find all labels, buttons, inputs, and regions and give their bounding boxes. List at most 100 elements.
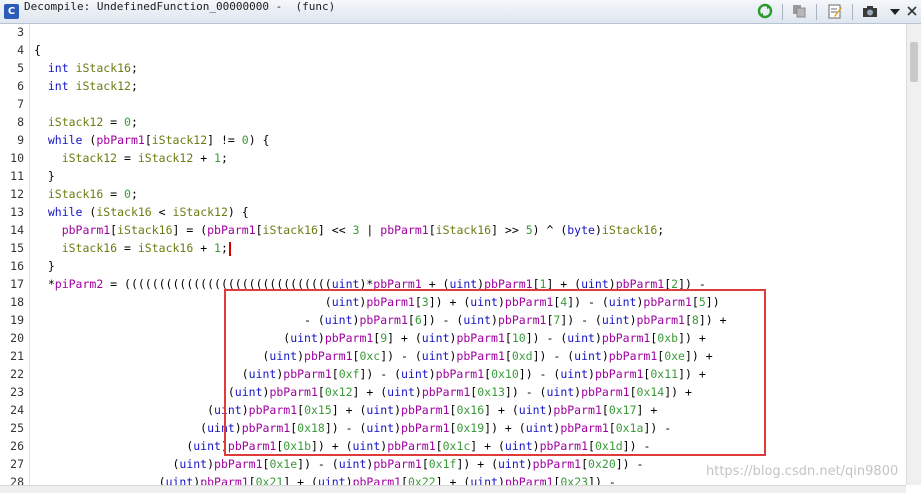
code-token: 0x22 [407,475,436,485]
code-token: iStack16 [96,205,152,219]
code-text: { [34,43,41,57]
code-token: } [34,169,55,183]
horizontal-scrollbar[interactable] [0,485,906,493]
code-token: + [193,241,215,255]
code-token: while [47,133,83,147]
code-token: 0 [241,133,249,147]
code-token: iStack12 [61,151,118,165]
close-icon[interactable] [903,3,921,21]
line-number: 14 [10,223,24,237]
line-number: 10 [10,151,24,165]
code-token: ] + ( [435,475,471,485]
decompiler-app-icon: C [4,4,19,19]
code-token: } [34,259,55,273]
line-number: 18 [10,295,24,309]
code-token: + [193,151,215,165]
code-token: iStack12 [75,79,131,93]
line-number: 12 [10,187,24,201]
code-token: uint [317,475,346,485]
code-token: uint [193,439,221,453]
line-number: 5 [17,61,24,75]
code-text: (uint)pbParm1[0x1e]) - (uint)pbParm1[0x1… [34,457,643,471]
code-token: ) { [248,133,270,147]
code-token: ( [34,475,166,485]
snapshot-icon[interactable] [861,3,879,21]
code-token: < [151,205,173,219]
highlight-annotation-box [224,289,766,456]
refresh-icon[interactable] [756,3,774,21]
code-token: 0x23 [560,475,589,485]
code-token: ] >> [491,223,526,237]
toolbar-separator [782,4,783,20]
line-number: 26 [10,439,24,453]
code-token: = [117,151,138,165]
code-text: (uint)pbParm1[0x21] + (uint)pbParm1[0x22… [34,475,616,485]
code-token: ( [34,403,215,417]
line-number: 6 [17,79,24,93]
code-token: iStack16 [601,223,658,237]
line-number: 13 [10,205,24,219]
code-token: pbParm1 [380,223,429,237]
code-token: 0x21 [255,475,284,485]
code-token: ( [34,421,208,435]
code-token: ; [220,241,228,255]
edit-icon[interactable] [826,3,844,21]
code-token: ( [82,205,97,219]
line-number: 9 [17,133,24,147]
code-token: iStack12 [137,151,194,165]
code-text: iStack12 = iStack12 + 1; [34,151,228,165]
code-token: iStack16 [75,61,131,75]
line-number: 17 [10,277,24,291]
code-text: int iStack16; [34,61,138,75]
code-token: ( [34,457,180,471]
line-number: 15 [10,241,24,255]
code-token: ; [130,115,138,129]
code-token: ]) - [588,475,616,485]
code-text: int iStack12; [34,79,138,93]
code-token: ( [82,133,97,147]
line-number: 8 [17,115,24,129]
code-text: } [34,169,55,183]
code-token: | [359,223,381,237]
code-token: pbParm1 [504,475,554,485]
window-title: Decompile: UndefinedFunction_00000000 - … [24,0,336,13]
code-token: pbParm1 [532,457,582,471]
scrollbar-thumb[interactable] [910,42,918,82]
line-number: 28 [10,475,24,485]
code-token: iStack16 [47,187,104,201]
code-text: while (pbParm1[iStack12] != 0) { [34,133,270,147]
line-number: 16 [10,259,24,273]
code-token: iStack12 [47,115,104,129]
code-token: = [117,241,138,255]
code-token: iStack16 [262,223,318,237]
code-token: uint [338,457,367,471]
code-token: ]) - ( [297,457,339,471]
code-token: iStack16 [117,223,173,237]
code-text: iStack16 = 0; [34,187,138,201]
code-token: iStack12 [172,205,228,219]
code-token: iStack16 [61,241,118,255]
code-token: [ [401,475,408,485]
line-number: 24 [10,403,24,417]
code-token: ) ^ ( [532,223,568,237]
code-token: 0 [124,115,131,129]
code-token: = [103,115,125,129]
code-token: pbParm1 [96,133,145,147]
line-number: 21 [10,349,24,363]
window-titlebar: C Decompile: UndefinedFunction_00000000 … [0,0,921,24]
code-token: pbParm1 [200,475,249,485]
copy-icon[interactable] [790,3,808,21]
code-token: ; [130,79,138,93]
code-token: int [47,79,69,93]
line-number: 22 [10,367,24,381]
code-token: ]) + ( [456,457,498,471]
code-token: int [47,61,69,75]
line-number: 3 [17,25,24,39]
vertical-scrollbar[interactable] [906,24,921,485]
menu-icon[interactable] [886,3,904,21]
code-token: pbParm1 [214,457,263,471]
code-token: iStack16 [137,241,194,255]
